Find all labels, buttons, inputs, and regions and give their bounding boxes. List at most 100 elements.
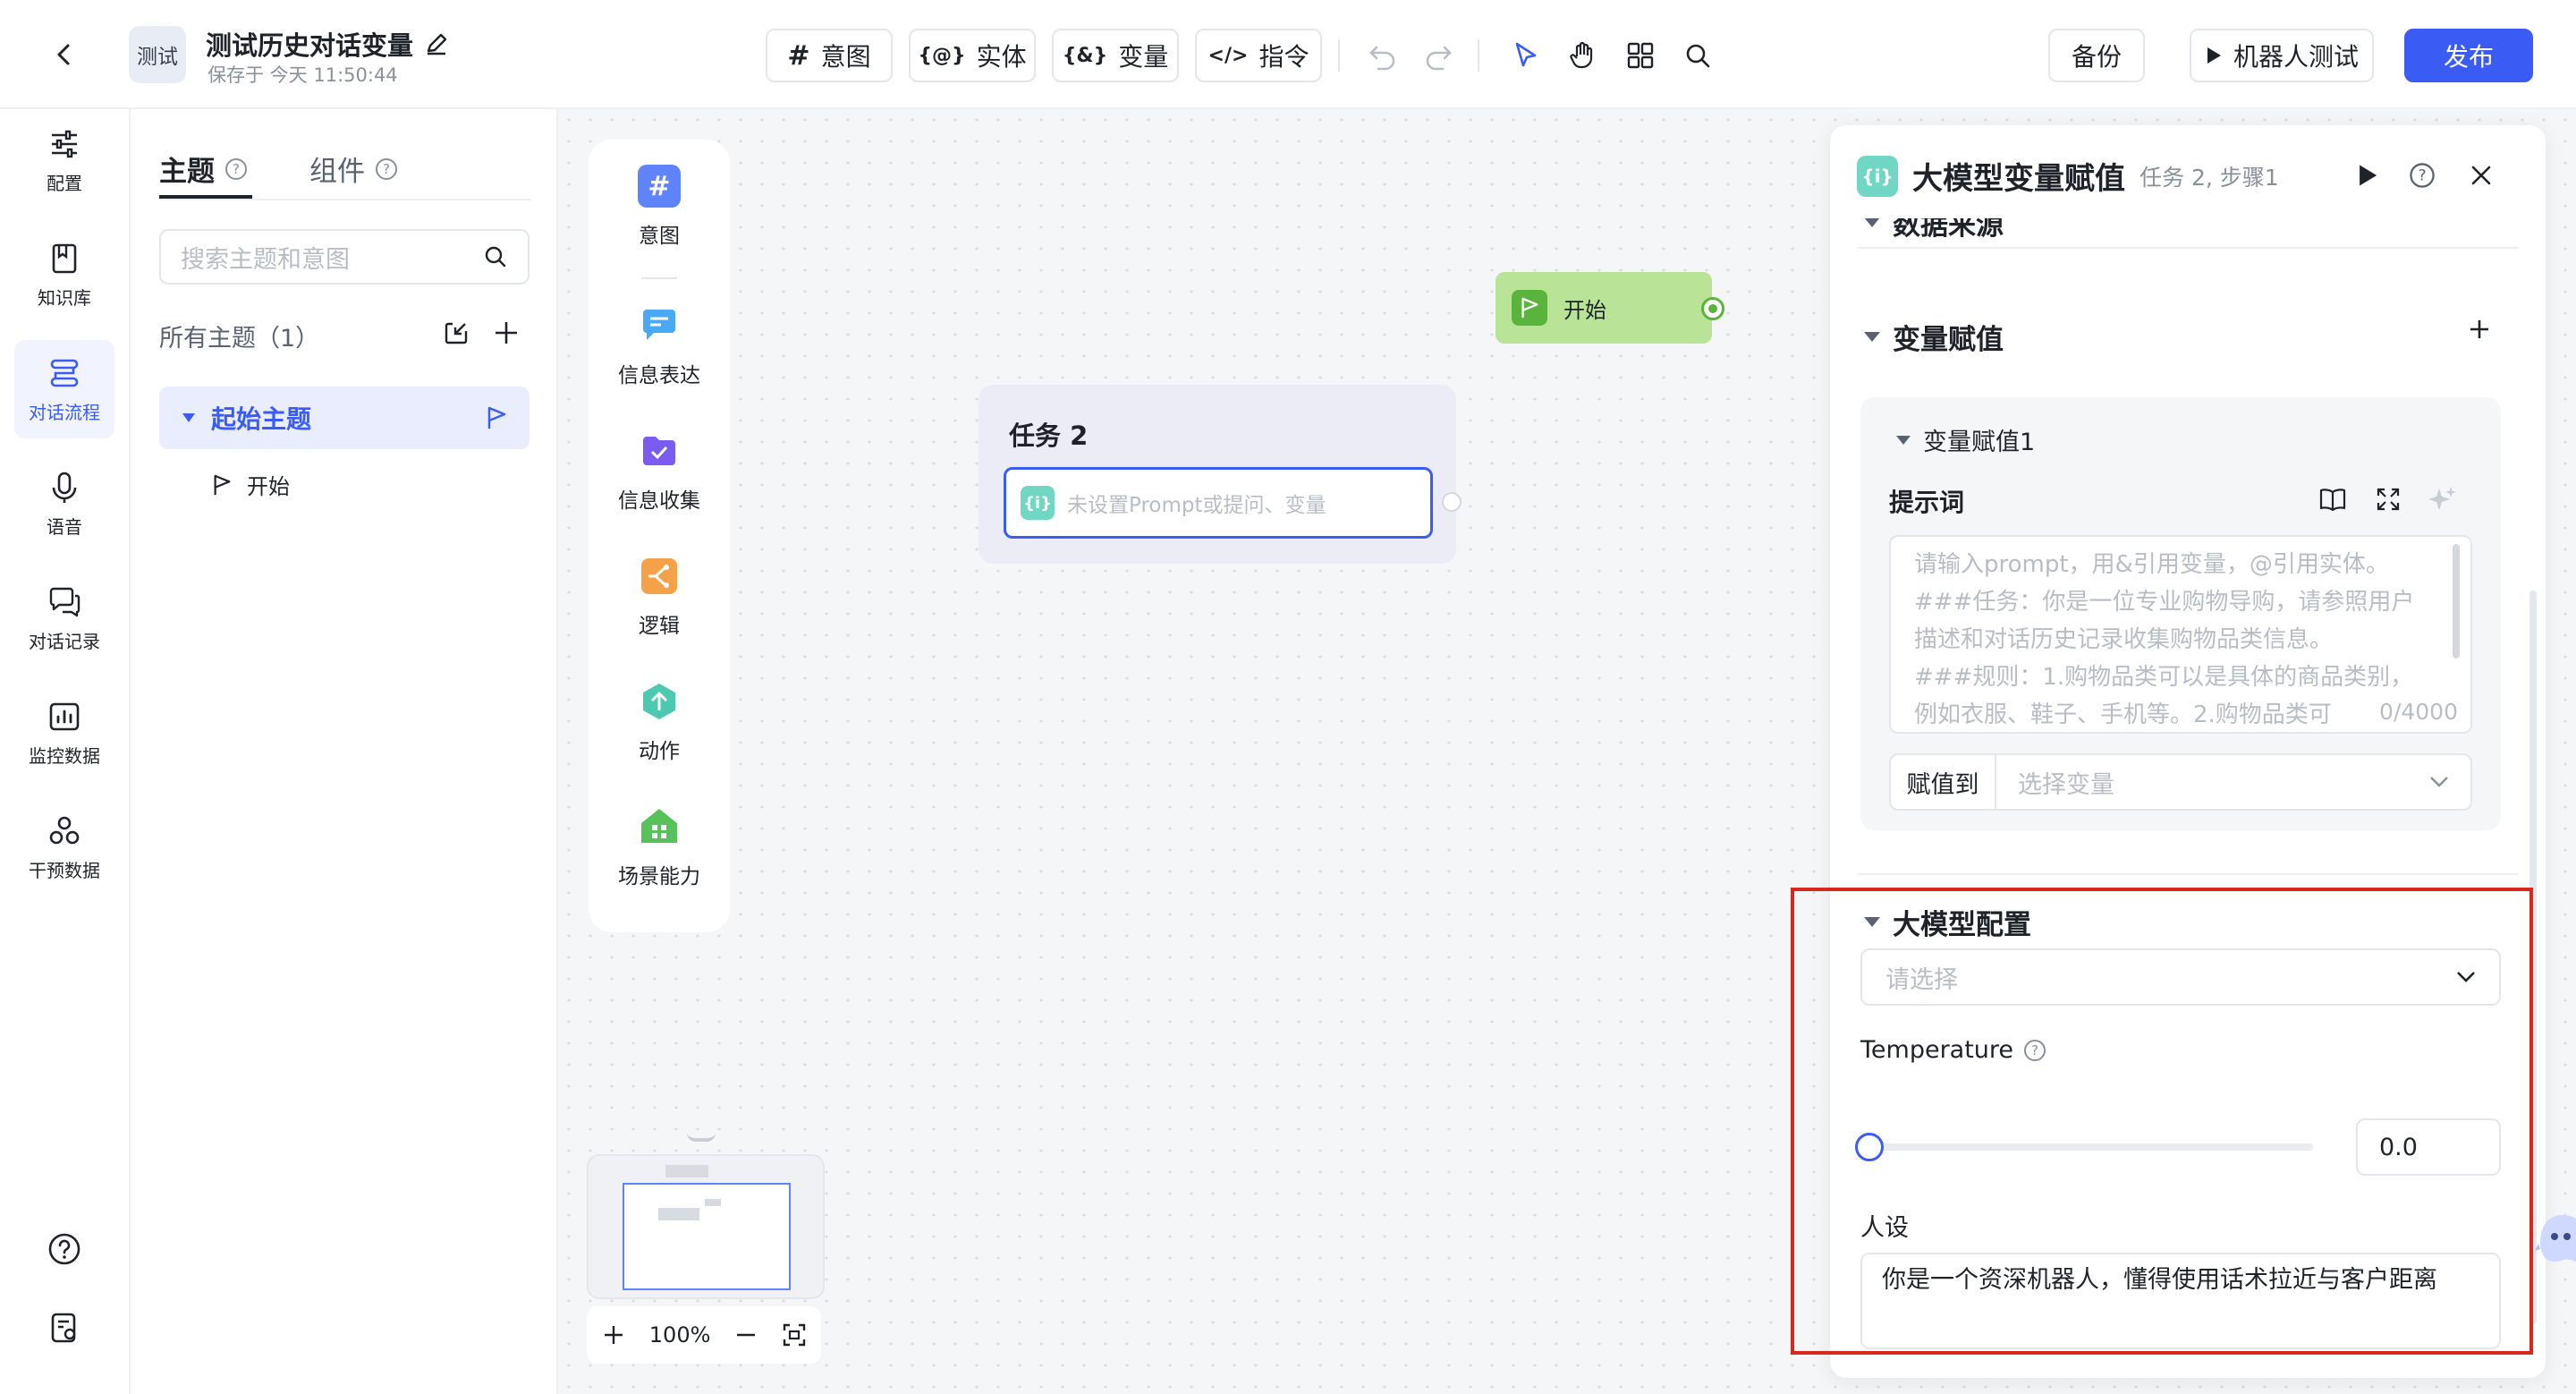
prompt-textarea[interactable]: 请输入prompt，用&引用变量，@引用实体。 ###任务：你是一位专业购物导购… xyxy=(1889,535,2472,734)
minimap-collapse-handle[interactable] xyxy=(687,1133,716,1142)
palette-message[interactable]: 信息表达 xyxy=(589,304,730,388)
add-icon[interactable] xyxy=(2467,317,2492,342)
temperature-input[interactable]: 0.0 xyxy=(2356,1118,2501,1176)
section-variable-assign[interactable]: 变量赋值 xyxy=(1864,317,2004,357)
nav-config[interactable]: 配置 xyxy=(14,111,114,209)
divider xyxy=(1857,247,2519,249)
entity-icon: {@} xyxy=(918,44,966,67)
start-output-port[interactable] xyxy=(1701,297,1724,320)
tab-components[interactable]: 组件 ? xyxy=(309,149,399,189)
topic-search-input[interactable]: 搜索主题和意图 xyxy=(159,229,530,285)
chevron-down-icon xyxy=(2429,776,2470,788)
node-config-panel: {i} 大模型变量赋值 任务 2, 步骤1 ? 数据来源 变量赋值 变量赋值1 … xyxy=(1830,125,2546,1378)
palette-intent[interactable]: # 意图 xyxy=(589,165,730,249)
persona-textarea[interactable]: 你是一个资深机器人，懂得使用话术拉近与客户距离 xyxy=(1860,1253,2501,1349)
assign-to-select[interactable]: 赋值到 选择变量 xyxy=(1889,753,2472,811)
tab-command[interactable]: </> 指令 xyxy=(1195,29,1322,82)
settings-doc-icon[interactable] xyxy=(47,1310,82,1346)
nav-chat-records[interactable]: 对话记录 xyxy=(14,569,114,667)
assign-item-header[interactable]: 变量赋值1 xyxy=(1896,422,2035,457)
add-topic-icon[interactable] xyxy=(492,319,521,347)
code-icon: </> xyxy=(1208,44,1249,67)
tab-variable[interactable]: {&} 变量 xyxy=(1052,29,1179,82)
flag-icon xyxy=(1512,290,1547,326)
play-icon[interactable] xyxy=(2356,163,2379,188)
sparkle-icon[interactable] xyxy=(2428,485,2456,514)
publish-button[interactable]: 发布 xyxy=(2404,29,2533,82)
variable-assign-icon: {i} xyxy=(1857,155,1898,197)
book-open-icon[interactable] xyxy=(2318,487,2347,512)
robot-test-button[interactable]: 机器人测试 xyxy=(2190,29,2374,82)
fit-view-icon[interactable] xyxy=(782,1322,807,1347)
panel-body[interactable]: 数据来源 变量赋值 变量赋值1 提示词 请输入prompt，用&引用变量，@引用… xyxy=(1830,218,2546,1378)
nav-knowledge[interactable]: 知识库 xyxy=(14,225,114,324)
svg-text:?: ? xyxy=(2031,1042,2038,1058)
svg-text:?: ? xyxy=(233,161,240,177)
nodes-icon xyxy=(47,813,82,849)
scene-icon xyxy=(638,805,681,848)
hand-icon[interactable] xyxy=(1562,34,1605,77)
temperature-slider-thumb[interactable] xyxy=(1855,1133,1884,1161)
section-data-source[interactable]: 数据来源 xyxy=(1864,218,2004,242)
saved-status: 保存于 今天 11:50:44 xyxy=(208,64,398,86)
zoom-out-icon[interactable] xyxy=(733,1322,758,1347)
edit-icon[interactable] xyxy=(424,31,449,56)
tab-topics[interactable]: 主题 ? xyxy=(159,149,249,189)
tab-entity[interactable]: {@} 实体 xyxy=(909,29,1036,82)
topic-item-start[interactable]: 起始主题 xyxy=(159,387,530,449)
llm-model-select[interactable]: 请选择 xyxy=(1860,948,2501,1006)
svg-text:?: ? xyxy=(383,161,390,177)
nav-intervention[interactable]: 干预数据 xyxy=(14,798,114,897)
panel-title: 大模型变量赋值 xyxy=(1912,161,2125,197)
nav-voice[interactable]: 语音 xyxy=(14,455,114,553)
prompt-label: 提示词 xyxy=(1889,488,1965,517)
backup-button[interactable]: 备份 xyxy=(2048,29,2145,82)
undo-icon[interactable] xyxy=(1361,34,1404,77)
zoom-level: 100% xyxy=(648,1322,711,1347)
palette-logic[interactable]: 逻辑 xyxy=(589,555,730,639)
assistant-avatar-icon[interactable] xyxy=(2535,1210,2576,1267)
divider xyxy=(641,277,677,279)
layout-icon[interactable] xyxy=(1619,34,1662,77)
flow-icon xyxy=(47,355,82,391)
palette-action[interactable]: 动作 xyxy=(589,680,730,764)
message-icon xyxy=(638,304,681,347)
help-icon[interactable] xyxy=(47,1231,82,1267)
nav-monitoring[interactable]: 监控数据 xyxy=(14,684,114,782)
palette-scene[interactable]: 场景能力 xyxy=(589,805,730,889)
zoom-control: 100% xyxy=(587,1306,821,1364)
tab-intent[interactable]: # 意图 xyxy=(766,29,893,82)
temperature-label: Temperature xyxy=(1860,1036,2014,1064)
variable-assign-card: 变量赋值1 提示词 请输入prompt，用&引用变量，@引用实体。 ###任务：… xyxy=(1860,397,2501,830)
topic-child-start[interactable]: 开始 xyxy=(211,469,290,500)
back-icon[interactable] xyxy=(43,33,86,76)
temperature-slider-track[interactable] xyxy=(1855,1133,2313,1161)
redo-icon[interactable] xyxy=(1417,34,1460,77)
nav-dialog-flow[interactable]: 对话流程 xyxy=(14,340,114,438)
pointer-icon[interactable] xyxy=(1504,34,1547,77)
section-llm-config[interactable]: 大模型配置 xyxy=(1864,902,2031,942)
left-nav: 配置 知识库 对话流程 语音 对话记录 监控数据 干预数据 xyxy=(0,109,129,1394)
panel-subtitle: 任务 2, 步骤1 xyxy=(2140,164,2279,191)
hash-icon: # xyxy=(638,165,681,208)
help-icon[interactable]: ? xyxy=(2408,161,2436,190)
palette-collect[interactable]: 信息收集 xyxy=(589,429,730,514)
help-icon: ? xyxy=(224,157,249,182)
close-icon[interactable] xyxy=(2469,163,2494,188)
task-node[interactable]: 任务 2 {i} 未设置Prompt或提问、变量 xyxy=(979,385,1462,564)
task-title: 任务 2 xyxy=(1009,421,1089,451)
tab-divider xyxy=(159,199,531,200)
chat-icon xyxy=(47,584,82,620)
start-node[interactable]: 开始 xyxy=(1496,272,1712,344)
variable-icon: {&} xyxy=(1062,44,1108,67)
caret-down-icon xyxy=(1896,435,1911,445)
scrollbar[interactable] xyxy=(2453,544,2460,659)
task-output-port[interactable] xyxy=(1442,492,1462,512)
import-icon[interactable] xyxy=(442,319,470,347)
help-icon[interactable]: ? xyxy=(2022,1038,2047,1063)
search-icon[interactable] xyxy=(1676,34,1719,77)
task-step-slot[interactable]: {i} 未设置Prompt或提问、变量 xyxy=(1004,467,1433,539)
minimap[interactable] xyxy=(587,1154,825,1299)
zoom-in-icon[interactable] xyxy=(601,1322,626,1347)
expand-icon[interactable] xyxy=(2376,487,2401,512)
